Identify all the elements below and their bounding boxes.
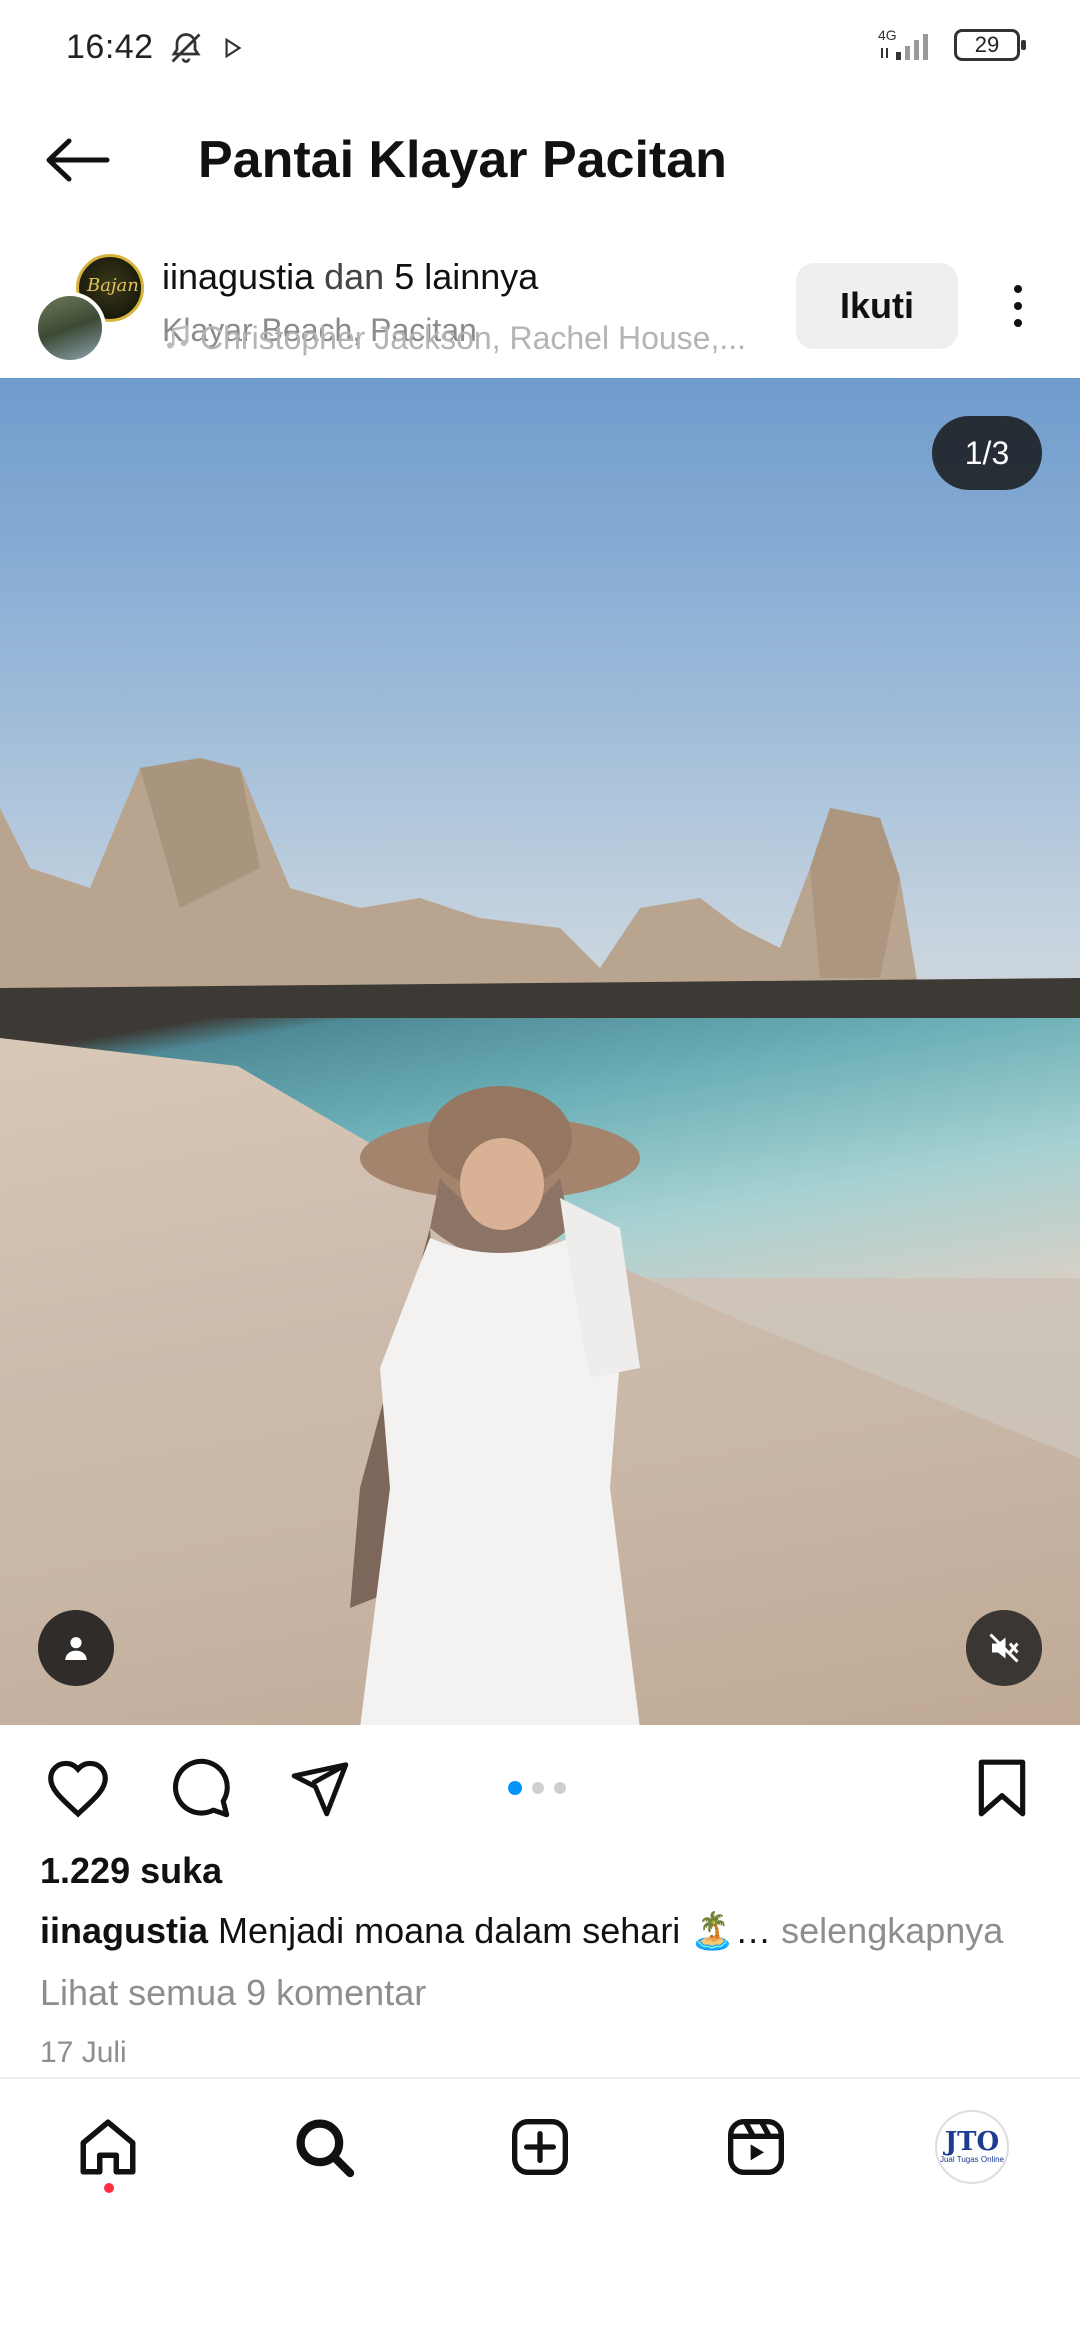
mute-notifications-icon — [168, 30, 204, 71]
profile-avatar-tagline: Jual Tugas Online — [939, 2155, 1005, 2164]
carousel-counter: 1/3 — [932, 416, 1042, 490]
nav-create[interactable] — [500, 2107, 580, 2187]
more-dot — [1014, 319, 1022, 327]
follow-button[interactable]: Ikuti — [796, 263, 958, 349]
avatar-stack[interactable]: Bajan — [34, 254, 144, 364]
likes-count[interactable]: 1.229 suka — [40, 1850, 222, 1892]
status-icons-left — [168, 30, 244, 71]
home-icon — [80, 2119, 136, 2175]
post-date: 17 Juli — [40, 2036, 127, 2069]
status-icons-right: 4G 29 — [878, 28, 1026, 62]
carousel-dot — [508, 1781, 522, 1795]
post-header: Bajan iinagustia dan 5 lainnya Klayar Be… — [0, 250, 1080, 375]
nav-home[interactable] — [68, 2107, 148, 2193]
author-avatar[interactable] — [34, 292, 106, 364]
person-icon — [65, 1637, 87, 1660]
add-icon — [512, 2119, 568, 2175]
nav-profile[interactable]: JTO Jual Tugas Online — [932, 2107, 1012, 2187]
caption-author[interactable]: iinagustia — [40, 1910, 208, 1951]
post-photo[interactable]: 1/3 — [0, 378, 1080, 1725]
coauthors-joiner: dan — [324, 256, 385, 297]
play-store-icon — [222, 37, 244, 64]
home-notification-dot — [104, 2183, 114, 2193]
carousel-dots — [508, 1781, 566, 1795]
post-author-line[interactable]: iinagustia dan 5 lainnya — [162, 254, 538, 300]
reels-icon — [728, 2119, 784, 2175]
coauthor-avatar-text: Bajan — [87, 275, 139, 296]
like-button[interactable] — [42, 1752, 114, 1824]
profile-avatar[interactable]: JTO Jual Tugas Online — [935, 2110, 1009, 2184]
save-button[interactable] — [966, 1752, 1038, 1824]
post-subline[interactable]: Klayar Beach, Pacitan Christopher Jackso… — [162, 310, 762, 360]
search-icon — [296, 2119, 355, 2178]
send-icon — [291, 1762, 349, 1817]
view-comments-link[interactable]: Lihat semua 9 komentar — [40, 1972, 426, 2014]
post-actions — [0, 1740, 1080, 1835]
status-time: 16:42 — [66, 28, 154, 66]
tagged-users-button[interactable] — [38, 1610, 114, 1686]
more-dot — [1014, 302, 1022, 310]
more-options-button[interactable] — [996, 276, 1040, 336]
post-caption[interactable]: iinagustia Menjadi moana dalam sehari 🏝️… — [40, 1910, 1050, 1952]
mute-button[interactable] — [966, 1610, 1042, 1686]
comment-icon — [172, 1758, 230, 1818]
photo-person — [350, 1086, 640, 1725]
music-title: Christopher Jackson, Rachel House,... — [200, 320, 747, 356]
arrow-left-icon — [46, 138, 110, 182]
coauthors-count[interactable]: 5 lainnya — [394, 256, 538, 297]
music-note-icon — [167, 325, 189, 349]
page-title: Pantai Klayar Pacitan — [198, 131, 727, 189]
caption-text: Menjadi moana dalam sehari 🏝️… — [218, 1910, 772, 1951]
share-button[interactable] — [284, 1752, 356, 1824]
speaker-muted-icon — [989, 1633, 1019, 1663]
post-author-name[interactable]: iinagustia — [162, 256, 314, 297]
caption-more-link[interactable]: selengkapnya — [781, 1910, 1003, 1951]
more-dot — [1014, 285, 1022, 293]
post-music[interactable]: Christopher Jackson, Rachel House,... — [162, 318, 746, 358]
nav-reels[interactable] — [716, 2107, 796, 2187]
bookmark-icon — [978, 1759, 1026, 1817]
back-button[interactable] — [38, 130, 118, 190]
carousel-dot — [532, 1782, 544, 1794]
signal-group: 4G — [878, 28, 938, 62]
comment-button[interactable] — [164, 1752, 236, 1824]
heart-icon — [48, 1760, 108, 1818]
bottom-nav: JTO Jual Tugas Online — [0, 2077, 1080, 2217]
battery-icon: 29 — [954, 29, 1026, 61]
carousel-dot — [554, 1782, 566, 1794]
status-bar: 16:42 4G 29 — [0, 0, 1080, 100]
nav-search[interactable] — [284, 2107, 364, 2187]
signal-icon — [881, 34, 928, 60]
profile-avatar-logo: JTO — [944, 2127, 1000, 2157]
top-header: Pantai Klayar Pacitan — [0, 110, 1080, 210]
